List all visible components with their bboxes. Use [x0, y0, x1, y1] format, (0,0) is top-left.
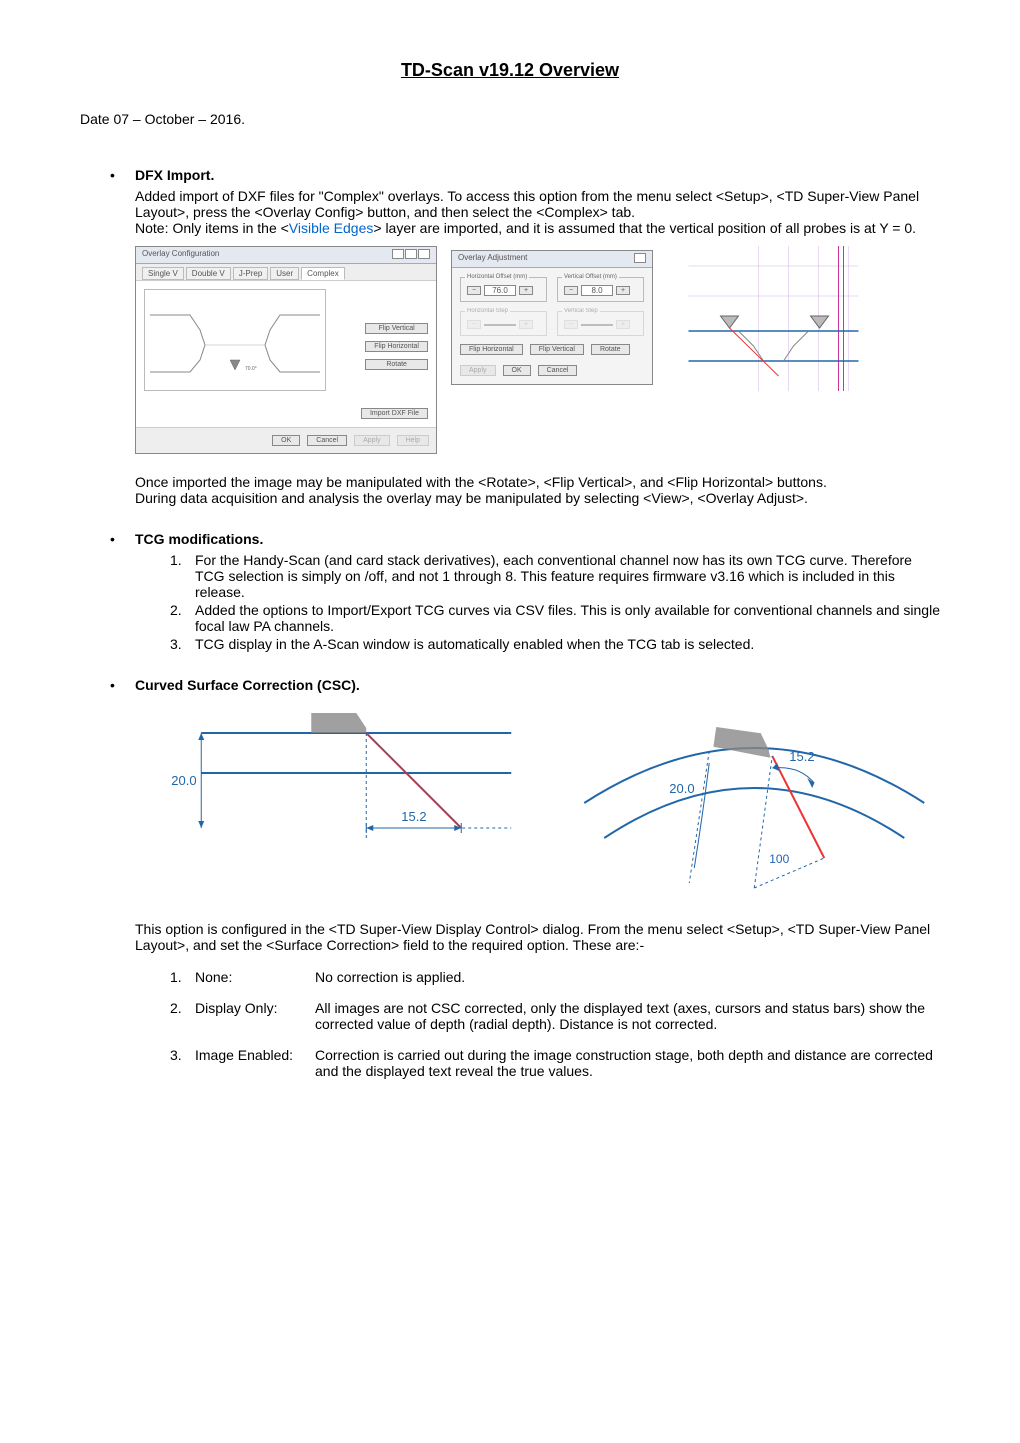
section-dfx: • DFX Import. Added import of DXF files … — [80, 167, 940, 506]
v-offset-label: Vertical Offset (mm) — [562, 274, 619, 280]
v-offset-value[interactable]: 8.0 — [581, 285, 613, 296]
csc-right-r: 100 — [769, 852, 789, 866]
v-offset-minus[interactable]: − — [564, 286, 578, 295]
adj-flip-v-button[interactable]: Flip Vertical — [530, 344, 584, 355]
csc-heading: Curved Surface Correction (CSC). — [135, 677, 360, 693]
v-offset-plus[interactable]: + — [616, 286, 630, 295]
h-offset-minus[interactable]: − — [467, 286, 481, 295]
csc-left-20: 20.0 — [171, 773, 196, 788]
adj-apply-button[interactable]: Apply — [460, 365, 496, 376]
tab-single-v[interactable]: Single V — [142, 267, 184, 280]
dfx-p1: Added import of DXF files for "Complex" … — [80, 188, 940, 220]
section-tcg: • TCG modifications. 1.For the Handy-Sca… — [80, 531, 940, 652]
tcg-item-3: TCG display in the A-Scan window is auto… — [195, 636, 940, 652]
csc-flat-diagram: 20.0 15.2 — [135, 703, 528, 896]
tab-double-v[interactable]: Double V — [186, 267, 231, 280]
section-csc: • Curved Surface Correction (CSC). 20.0 … — [80, 677, 940, 1079]
overlay-adjust-dialog: Overlay Adjustment Horizontal Offset (mm… — [451, 250, 653, 385]
tcg-item-2: Added the options to Import/Export TCG c… — [195, 602, 940, 634]
csc-curved-diagram: 15.2 20.0 100 — [548, 703, 941, 896]
window-controls[interactable] — [391, 249, 430, 261]
h-step-label: Horizontal Step — [465, 308, 510, 314]
tcg-heading: TCG modifications. — [135, 531, 263, 547]
tab-complex[interactable]: Complex — [301, 267, 345, 280]
tab-user[interactable]: User — [270, 267, 299, 280]
date-line: Date 07 – October – 2016. — [80, 111, 940, 127]
note-text: Only items in the <Visible Edges> layer … — [172, 220, 940, 236]
adjust-title: Overlay Adjustment — [458, 253, 527, 265]
flip-horizontal-button[interactable]: Flip Horizontal — [365, 341, 428, 352]
adj-flip-h-button[interactable]: Flip Horizontal — [460, 344, 523, 355]
adj-rotate-button[interactable]: Rotate — [591, 344, 630, 355]
csc-right-15: 15.2 — [789, 749, 814, 764]
close-icon[interactable] — [633, 253, 646, 265]
bullet-icon: • — [110, 531, 135, 547]
adj-ok-button[interactable]: OK — [503, 365, 531, 376]
tab-jprep[interactable]: J-Prep — [233, 267, 269, 280]
dfx-p2: Once imported the image may be manipulat… — [80, 474, 940, 490]
note-label: Note: — [135, 220, 172, 236]
h-offset-label: Horizontal Offset (mm) — [465, 274, 529, 280]
csc-option-display: 2. Display Only: All images are not CSC … — [170, 1000, 940, 1032]
bullet-icon: • — [110, 167, 135, 183]
cancel-button[interactable]: Cancel — [307, 435, 347, 446]
visible-edges-link[interactable]: Visible Edges — [289, 220, 374, 236]
rotate-button[interactable]: Rotate — [365, 359, 428, 370]
v-step-label: Vertical Step — [562, 308, 600, 314]
tab-strip: Single V Double V J-Prep User Complex — [136, 264, 436, 281]
csc-right-20: 20.0 — [669, 781, 694, 796]
dfx-p3: During data acquisition and analysis the… — [80, 490, 940, 506]
list-num: 1. — [170, 552, 195, 600]
import-dxf-button[interactable]: Import DXF File — [361, 408, 428, 419]
csc-left-15: 15.2 — [401, 809, 426, 824]
csc-option-image: 3. Image Enabled: Correction is carried … — [170, 1047, 940, 1079]
bullet-icon: • — [110, 677, 135, 693]
overlay-config-dialog: Overlay Configuration Single V Double V … — [135, 246, 437, 454]
apply-button[interactable]: Apply — [354, 435, 390, 446]
flip-vertical-button[interactable]: Flip Vertical — [365, 323, 428, 334]
adj-cancel-button[interactable]: Cancel — [538, 365, 578, 376]
list-num: 3. — [170, 636, 195, 652]
csc-p1: This option is configured in the <TD Sup… — [80, 921, 940, 953]
overlay-preview: 70.0° — [145, 290, 325, 390]
svg-text:70.0°: 70.0° — [245, 366, 257, 372]
overlay-config-title: Overlay Configuration — [142, 249, 219, 261]
ok-button[interactable]: OK — [272, 435, 300, 446]
csc-option-none: 1. None: No correction is applied. — [170, 969, 940, 985]
h-offset-plus[interactable]: + — [519, 286, 533, 295]
page-title: TD-Scan v19.12 Overview — [80, 60, 940, 81]
h-offset-value[interactable]: 76.0 — [484, 285, 516, 296]
help-button[interactable]: Help — [397, 435, 429, 446]
list-num: 2. — [170, 602, 195, 634]
tcg-item-1: For the Handy-Scan (and card stack deriv… — [195, 552, 940, 600]
dfx-heading: DFX Import. — [135, 167, 214, 183]
